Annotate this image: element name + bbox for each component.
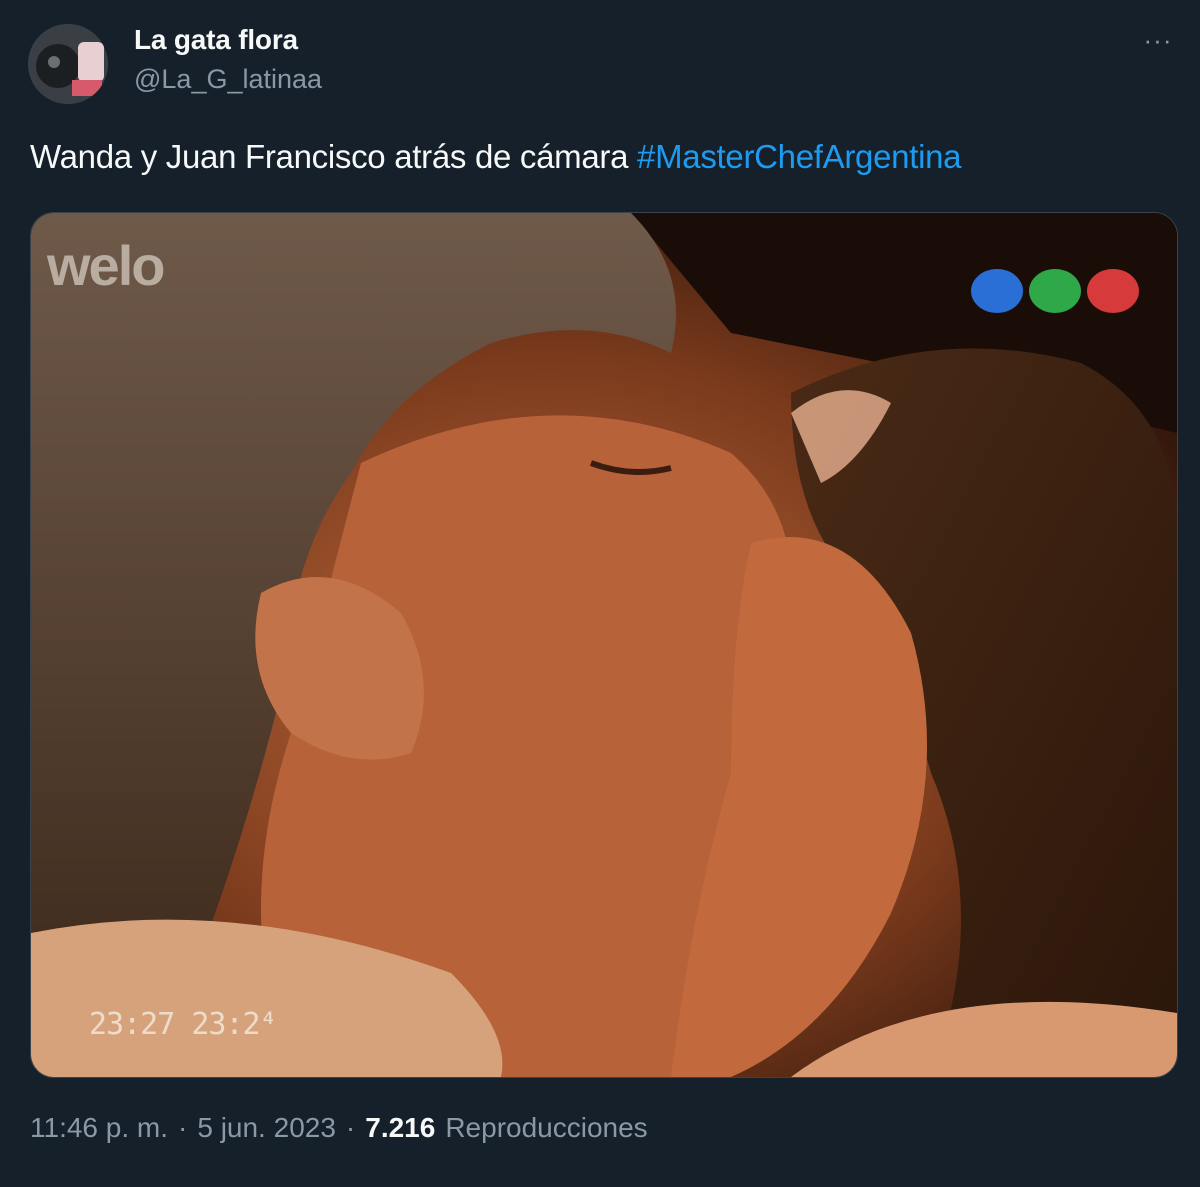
more-options-icon[interactable]: ···: [1136, 20, 1180, 60]
tweet: La gata flora @La_G_latinaa ··· Wanda y …: [0, 0, 1200, 1187]
channel-dot-green: [1029, 269, 1081, 313]
meta-separator: ·: [345, 1112, 356, 1143]
tweet-time[interactable]: 11:46 p. m.: [30, 1112, 168, 1144]
avatar[interactable]: [28, 24, 108, 104]
watermark-logo: welo: [47, 234, 165, 297]
avatar-image: [28, 24, 108, 104]
tweet-media[interactable]: welo 23:27 23:2⁴: [30, 212, 1178, 1078]
channel-dot-blue: [971, 269, 1023, 313]
channel-dot-red: [1087, 269, 1139, 313]
hashtag-link[interactable]: #MasterChefArgentina: [637, 138, 961, 175]
tweet-text: Wanda y Juan Francisco atrás de cámara #…: [30, 138, 962, 176]
channel-logo: [971, 269, 1139, 313]
display-name[interactable]: La gata flora: [134, 24, 298, 56]
views-label: Reproducciones: [445, 1112, 648, 1143]
video-timestamp: 23:27 23:2⁴: [89, 1007, 278, 1042]
user-handle[interactable]: @La_G_latinaa: [134, 64, 322, 95]
media-image: [31, 213, 1177, 1077]
tweet-body: Wanda y Juan Francisco atrás de cámara: [30, 138, 629, 175]
tweet-meta: 11:46 p. m. · 5 jun. 2023 · 7.216 Reprod…: [30, 1112, 648, 1144]
tweet-date[interactable]: 5 jun. 2023: [197, 1112, 336, 1144]
meta-separator: ·: [178, 1112, 188, 1143]
views-count[interactable]: 7.216: [365, 1112, 435, 1144]
